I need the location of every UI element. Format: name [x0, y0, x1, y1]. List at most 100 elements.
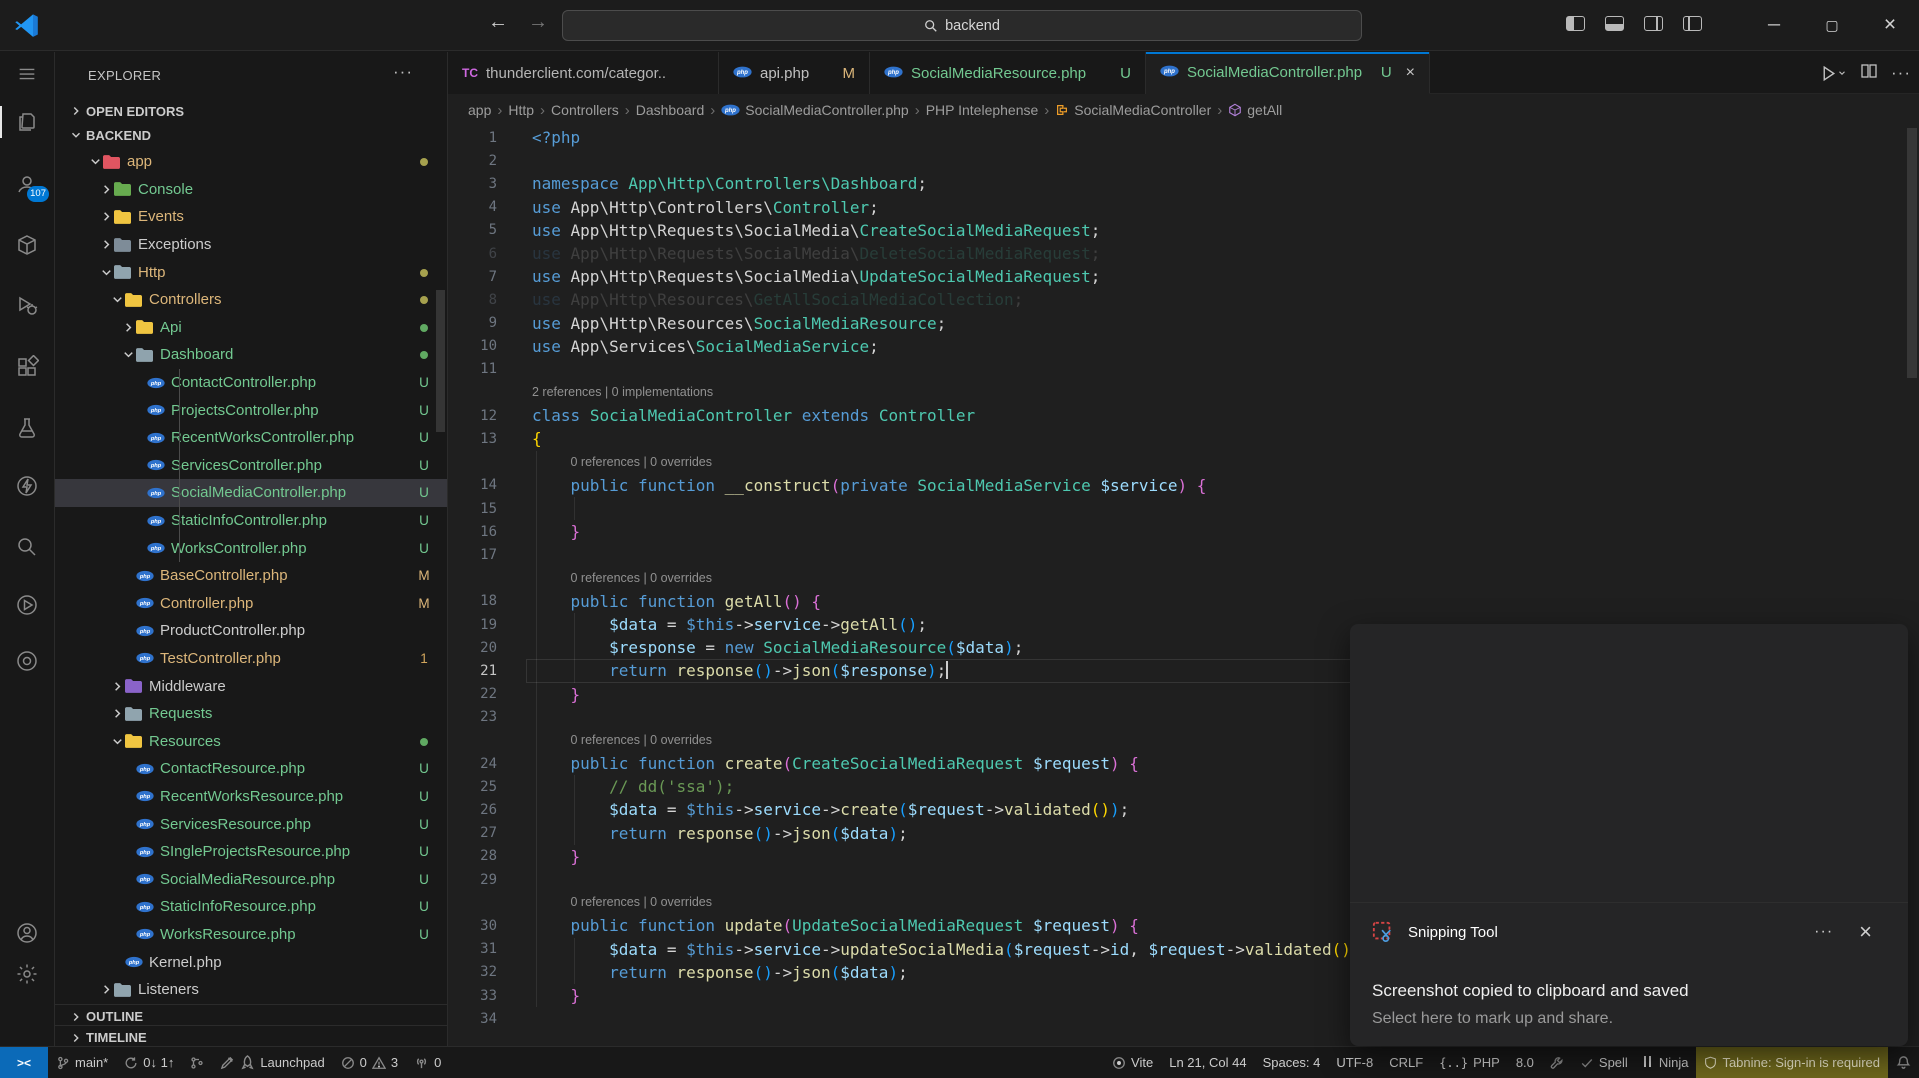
- status-git-graph[interactable]: [182, 1047, 212, 1078]
- activity-run-debug-icon[interactable]: [0, 284, 54, 328]
- notification-close-icon[interactable]: ×: [1859, 919, 1872, 945]
- breadcrumb-item-socialmediacontroller-php[interactable]: phpSocialMediaController.php: [721, 102, 908, 118]
- activity-settings-gear-icon[interactable]: [0, 952, 54, 996]
- code-line-1[interactable]: 1<?php: [448, 126, 1919, 149]
- breadcrumb-item-app[interactable]: app: [468, 102, 491, 118]
- tree-file-worksresource-php[interactable]: phpWorksResource.phpU: [55, 921, 447, 949]
- activity-code-runner-icon[interactable]: [0, 583, 54, 627]
- activity-extensions-icon[interactable]: [0, 345, 54, 389]
- tree-folder-http[interactable]: Http: [55, 258, 447, 286]
- tree-file-staticinforesource-php[interactable]: phpStaticInfoResource.phpU: [55, 893, 447, 921]
- workspace-section[interactable]: BACKEND: [55, 123, 447, 147]
- breadcrumb-item-getall[interactable]: getAll: [1228, 102, 1282, 118]
- tree-folder-resources[interactable]: Resources: [55, 727, 447, 755]
- tree-folder-api[interactable]: Api: [55, 314, 447, 342]
- breadcrumb-item-http[interactable]: Http: [508, 102, 534, 118]
- tree-folder-controllers[interactable]: Controllers: [55, 286, 447, 314]
- notification-more-icon[interactable]: ···: [1814, 923, 1833, 941]
- sidebar-more-actions-icon[interactable]: ···: [393, 62, 413, 82]
- code-line-18[interactable]: 18 public function getAll() {: [448, 590, 1919, 613]
- notification-submessage[interactable]: Select here to mark up and share.: [1372, 1010, 1886, 1028]
- tree-file-staticinfocontroller-php[interactable]: phpStaticInfoController.phpU: [55, 507, 447, 535]
- tree-file-socialmediaresource-php[interactable]: phpSocialMediaResource.phpU: [55, 865, 447, 893]
- code-line-3[interactable]: 3namespace App\Http\Controllers\Dashboar…: [448, 172, 1919, 195]
- toggle-sidebar-icon[interactable]: [1566, 16, 1585, 31]
- status-tabnine[interactable]: Tabnine: Sign-in is required: [1696, 1047, 1888, 1078]
- status-vite[interactable]: Vite: [1104, 1047, 1161, 1078]
- status-cursor-position[interactable]: Ln 21, Col 44: [1161, 1047, 1254, 1078]
- activity-search-icon[interactable]: [0, 525, 54, 569]
- code-line-14[interactable]: 14 public function __construct(private S…: [448, 474, 1919, 497]
- maximize-button[interactable]: ▢: [1803, 0, 1861, 50]
- tree-file-recentworkscontroller-php[interactable]: phpRecentWorksController.phpU: [55, 424, 447, 452]
- open-editors-section[interactable]: OPEN EDITORS: [55, 99, 447, 123]
- status-problems[interactable]: 03: [333, 1047, 406, 1078]
- tree-file-contactcontroller-php[interactable]: phpContactController.phpU: [55, 369, 447, 397]
- tree-file-socialmediacontroller-php[interactable]: phpSocialMediaController.phpU: [55, 479, 447, 507]
- code-line-5[interactable]: 5use App\Http\Requests\SocialMedia\Creat…: [448, 219, 1919, 242]
- activity-testing-icon[interactable]: [0, 406, 54, 450]
- search-command-center[interactable]: backend: [562, 10, 1362, 41]
- sidebar-scrollbar[interactable]: [436, 290, 445, 432]
- code-line-9[interactable]: 9use App\Http\Resources\SocialMediaResou…: [448, 312, 1919, 335]
- tree-file-recentworksresource-php[interactable]: phpRecentWorksResource.phpU: [55, 783, 447, 811]
- code-line-11[interactable]: 11: [448, 358, 1919, 381]
- tree-file-productcontroller-php[interactable]: phpProductController.php: [55, 617, 447, 645]
- code-line-13[interactable]: 13{: [448, 427, 1919, 450]
- customize-layout-icon[interactable]: [1683, 16, 1702, 31]
- toggle-secondary-sidebar-icon[interactable]: [1644, 16, 1663, 31]
- toggle-panel-icon[interactable]: [1605, 16, 1624, 31]
- chevron-down-icon[interactable]: [98, 265, 114, 280]
- activity-package-icon[interactable]: [0, 223, 54, 267]
- more-actions-icon[interactable]: ···: [1891, 63, 1911, 83]
- chevron-down-icon[interactable]: [109, 734, 125, 749]
- chevron-right-icon[interactable]: [98, 209, 114, 224]
- breadcrumb-item-dashboard[interactable]: Dashboard: [636, 102, 705, 118]
- chevron-down-icon[interactable]: [109, 292, 125, 307]
- status-intelephense-tools[interactable]: [1542, 1047, 1572, 1078]
- chevron-down-icon[interactable]: [120, 347, 136, 362]
- status-launchpad[interactable]: Launchpad: [212, 1047, 332, 1078]
- code-line-10[interactable]: 10use App\Services\SocialMediaService;: [448, 335, 1919, 358]
- status-indentation[interactable]: Spaces: 4: [1255, 1047, 1329, 1078]
- nav-back-button[interactable]: ←: [483, 11, 513, 34]
- chevron-right-icon[interactable]: [120, 320, 136, 335]
- status-ninja[interactable]: Ninja: [1636, 1047, 1697, 1078]
- tree-file-controller-php[interactable]: phpController.phpM: [55, 590, 447, 618]
- tree-file-basecontroller-php[interactable]: phpBaseController.phpM: [55, 562, 447, 590]
- tree-file-testcontroller-php[interactable]: phpTestController.php1: [55, 645, 447, 673]
- activity-menu-icon[interactable]: [0, 52, 54, 96]
- tree-file-workscontroller-php[interactable]: phpWorksController.phpU: [55, 534, 447, 562]
- breadcrumb-item-controllers[interactable]: Controllers: [551, 102, 619, 118]
- chevron-right-icon[interactable]: [98, 982, 114, 997]
- status-git-sync[interactable]: 0↓ 1↑: [116, 1047, 182, 1078]
- tree-folder-console[interactable]: Console: [55, 176, 447, 204]
- minimize-button[interactable]: ─: [1745, 0, 1803, 50]
- status-encoding[interactable]: UTF-8: [1328, 1047, 1381, 1078]
- code-line-4[interactable]: 4use App\Http\Controllers\Controller;: [448, 196, 1919, 219]
- tab-close-icon[interactable]: ×: [1406, 64, 1415, 82]
- tree-folder-listeners[interactable]: Listeners: [55, 976, 447, 1004]
- tree-folder-exceptions[interactable]: Exceptions: [55, 231, 447, 259]
- tab-api-php[interactable]: phpapi.phpM: [719, 52, 870, 94]
- tab-socialmediacontroller-php[interactable]: phpSocialMediaController.phpU×: [1146, 52, 1430, 94]
- chevron-right-icon[interactable]: [98, 237, 114, 252]
- status-ports[interactable]: 0: [406, 1047, 449, 1078]
- code-line-6[interactable]: 6use App\Http\Requests\SocialMedia\Delet…: [448, 242, 1919, 265]
- tree-file-contactresource-php[interactable]: phpContactResource.phpU: [55, 755, 447, 783]
- status-spell-checker[interactable]: Spell: [1572, 1047, 1636, 1078]
- tree-folder-middleware[interactable]: Middleware: [55, 672, 447, 700]
- chevron-right-icon[interactable]: [98, 182, 114, 197]
- code-line-7[interactable]: 7use App\Http\Requests\SocialMedia\Updat…: [448, 265, 1919, 288]
- split-editor-icon[interactable]: [1861, 63, 1877, 84]
- activity-explorer-icon[interactable]: [0, 100, 54, 144]
- tree-file-servicescontroller-php[interactable]: phpServicesController.phpU: [55, 452, 447, 480]
- status-remote-indicator[interactable]: ><: [0, 1047, 48, 1078]
- tree-file-projectscontroller-php[interactable]: phpProjectsController.phpU: [55, 396, 447, 424]
- activity-account-profile-icon[interactable]: [0, 911, 54, 955]
- tree-folder-app[interactable]: app: [55, 148, 447, 176]
- tab-socialmediaresource-php[interactable]: phpSocialMediaResource.phpU: [870, 52, 1146, 94]
- tree-file-servicesresource-php[interactable]: phpServicesResource.phpU: [55, 810, 447, 838]
- breadcrumb-item-php-intelephense[interactable]: PHP Intelephense: [926, 102, 1039, 118]
- tab-thunderclient-com-categor-[interactable]: TCthunderclient.com/categor..: [448, 52, 719, 94]
